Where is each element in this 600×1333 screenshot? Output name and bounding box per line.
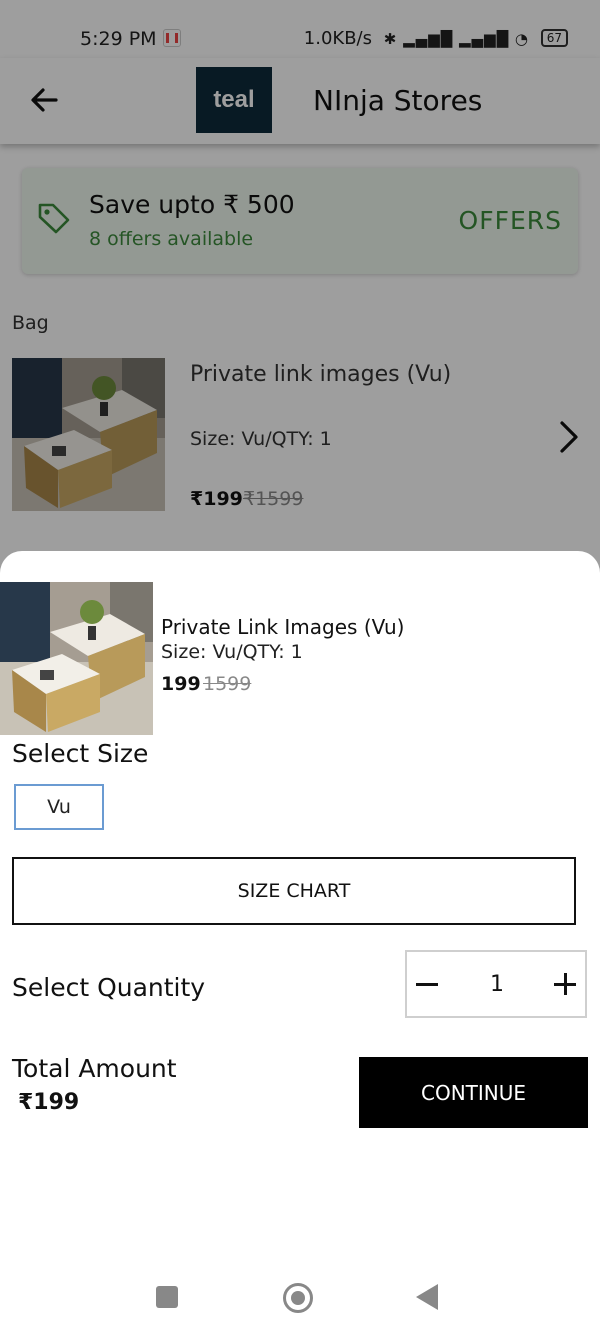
size-chart-button[interactable]: SIZE CHART	[12, 857, 576, 925]
plus-icon[interactable]	[545, 952, 585, 1016]
sheet-product-price: 199	[161, 673, 201, 695]
bottom-sheet: Private Link Images (Vu) Size: Vu/QTY: 1…	[0, 551, 600, 1333]
continue-button[interactable]: CONTINUE	[359, 1057, 588, 1128]
minus-icon[interactable]	[407, 952, 447, 1016]
select-quantity-label: Select Quantity	[12, 973, 206, 1002]
sheet-product-name: Private Link Images (Vu)	[161, 615, 405, 639]
size-option-vu[interactable]: Vu	[14, 784, 104, 830]
sheet-product-image	[0, 582, 153, 735]
system-nav-bar	[0, 1258, 600, 1333]
select-size-label: Select Size	[12, 739, 149, 768]
home-icon[interactable]	[283, 1283, 313, 1313]
sheet-product-mrp: 1599	[203, 673, 252, 695]
sheet-product-size-qty: Size: Vu/QTY: 1	[161, 641, 303, 663]
quantity-stepper: 1	[405, 950, 587, 1018]
total-amount-label: Total Amount	[12, 1054, 177, 1083]
quantity-value: 1	[490, 971, 504, 997]
recents-icon[interactable]	[156, 1286, 178, 1308]
total-amount-value: ₹199	[18, 1090, 80, 1115]
back-icon[interactable]	[416, 1284, 438, 1310]
